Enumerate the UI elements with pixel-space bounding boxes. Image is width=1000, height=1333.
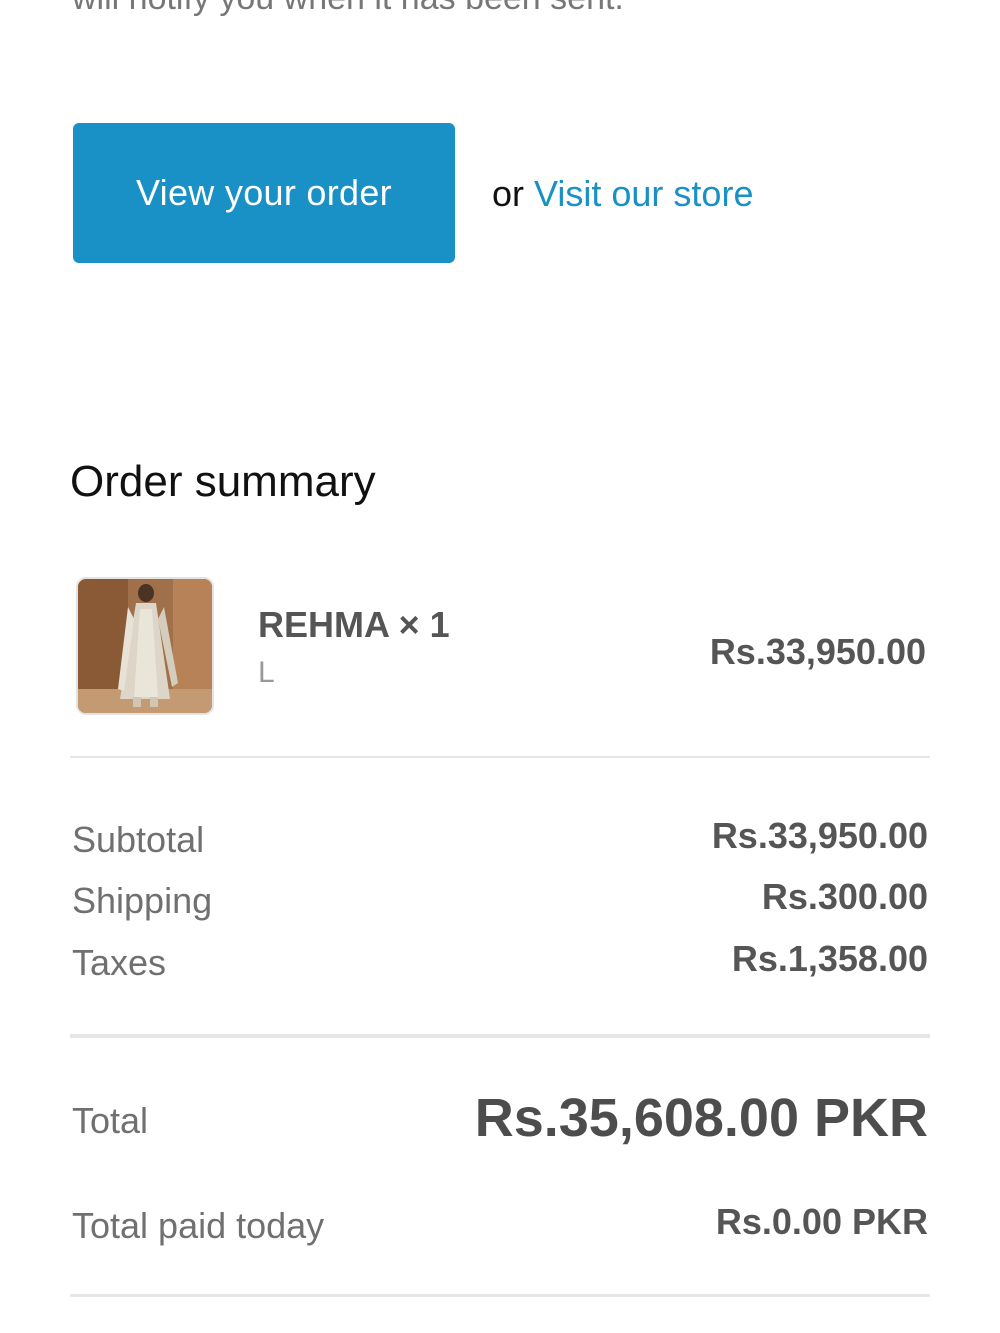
divider — [70, 756, 930, 758]
total-paid-value: Rs.0.00 PKR — [715, 1201, 928, 1242]
taxes-value: Rs.1,358.00 — [731, 938, 928, 979]
subtotal-value: Rs.33,950.00 — [711, 815, 928, 856]
product-thumbnail — [76, 577, 214, 715]
order-confirmation-page: will notify you when it has been sent. V… — [0, 0, 1000, 1333]
view-order-button[interactable]: View your order — [73, 123, 455, 263]
shipping-label: Shipping — [72, 880, 213, 921]
divider — [70, 1034, 930, 1038]
total-paid-label: Total paid today — [72, 1205, 325, 1246]
product-dress-image — [78, 579, 212, 713]
order-summary-title: Order summary — [70, 457, 376, 506]
subtotal-label: Subtotal — [72, 819, 205, 860]
visit-store-link[interactable]: Visit our store — [534, 173, 753, 214]
notify-text: will notify you when it has been sent. — [72, 0, 624, 18]
store-link-line: or Visit our store — [492, 172, 753, 216]
total-value: Rs.35,608.00 PKR — [474, 1088, 928, 1148]
product-variant: L — [258, 656, 275, 689]
total-label: Total — [72, 1100, 149, 1141]
divider — [70, 1294, 930, 1297]
or-text: or — [492, 173, 525, 214]
product-name: REHMA × 1 — [258, 604, 450, 645]
shipping-value: Rs.300.00 — [761, 876, 928, 917]
product-price: Rs.33,950.00 — [709, 631, 926, 672]
taxes-label: Taxes — [72, 942, 167, 983]
